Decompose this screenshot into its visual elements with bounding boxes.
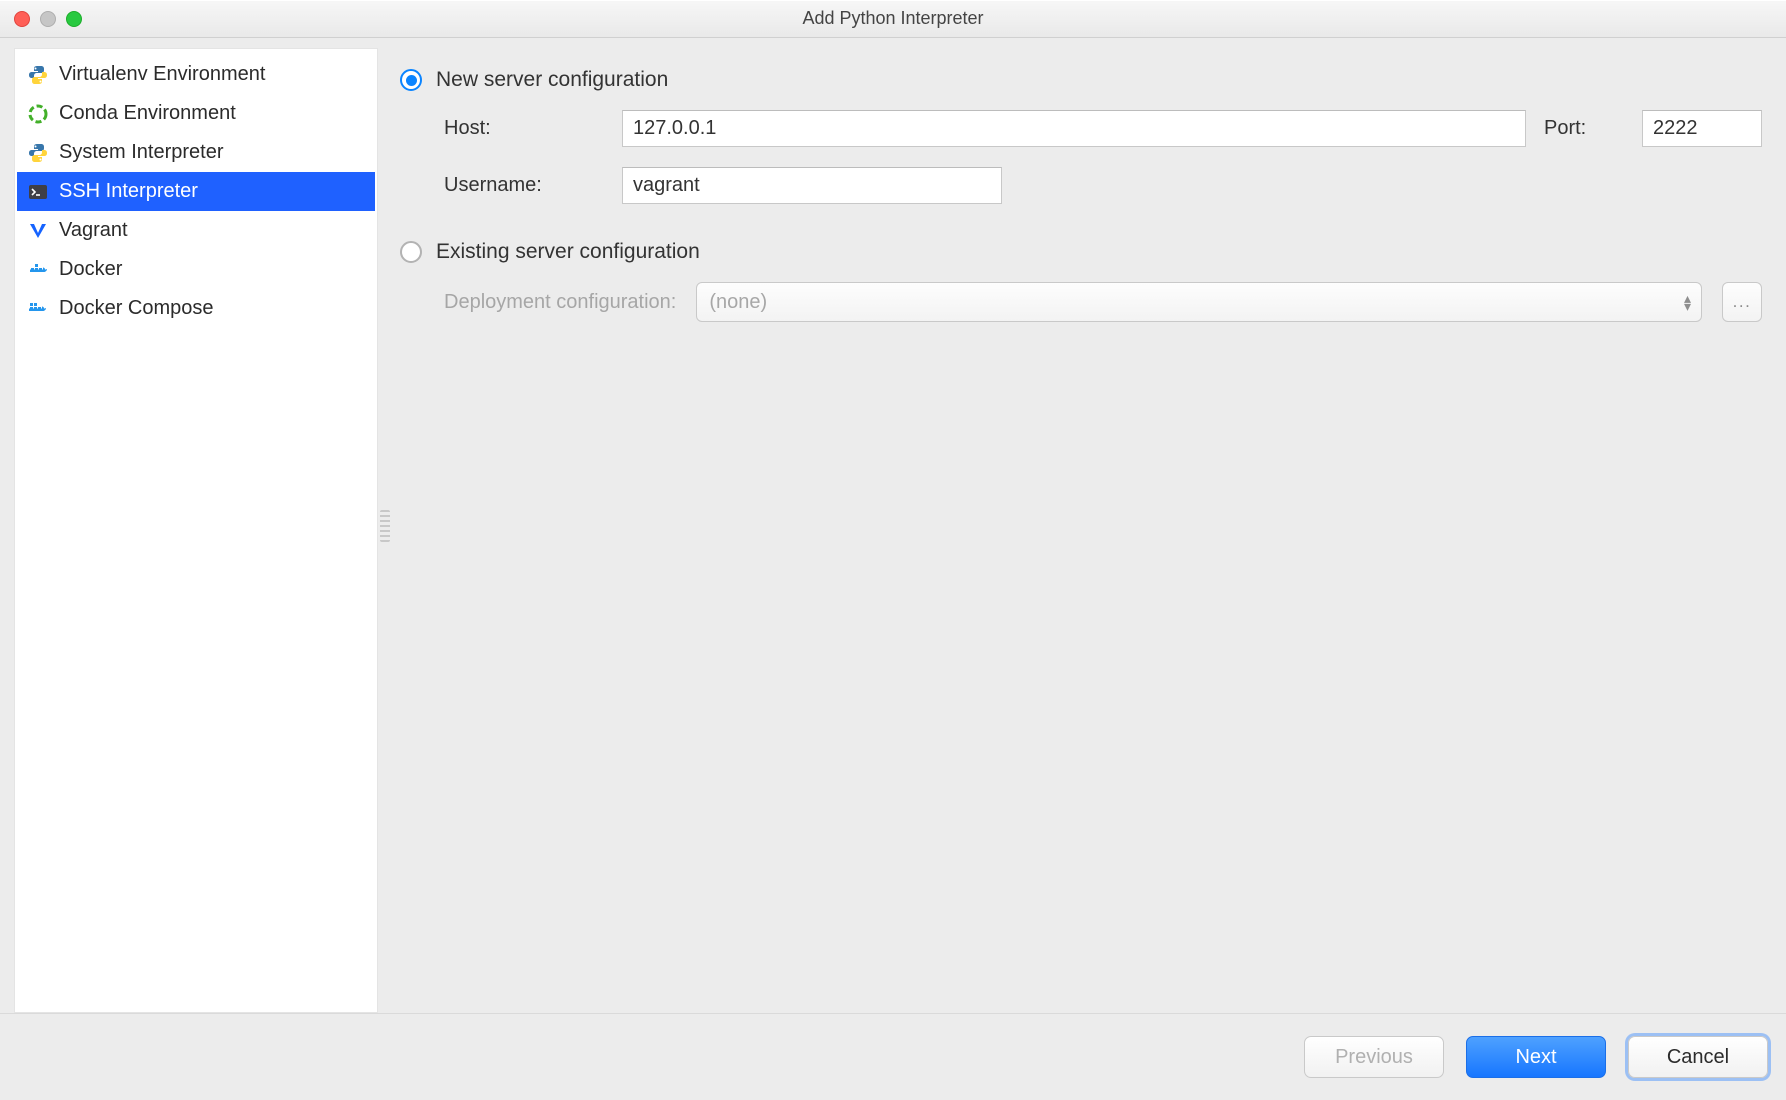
sidebar-item-label: System Interpreter <box>59 141 224 164</box>
python-icon <box>27 64 49 86</box>
sidebar-item-docker[interactable]: Docker <box>17 250 375 289</box>
host-input[interactable] <box>622 110 1526 147</box>
deployment-config-label: Deployment configuration: <box>444 291 676 314</box>
chevron-updown-icon: ▴▾ <box>1684 294 1691 310</box>
button-label: Previous <box>1335 1046 1413 1069</box>
dialog-body: Virtualenv Environment Conda Environment… <box>0 38 1786 1013</box>
close-window-button[interactable] <box>14 11 30 27</box>
sidebar-item-system-interpreter[interactable]: System Interpreter <box>17 133 375 172</box>
sidebar-item-label: Vagrant <box>59 219 128 242</box>
existing-config-row: Existing server configuration <box>400 240 1762 264</box>
port-label: Port: <box>1544 117 1624 140</box>
conda-icon <box>27 103 49 125</box>
sidebar-item-label: Conda Environment <box>59 102 236 125</box>
new-config-radio[interactable] <box>400 69 422 91</box>
python-icon <box>27 142 49 164</box>
sidebar-item-label: Virtualenv Environment <box>59 63 265 86</box>
interpreter-types-sidebar: Virtualenv Environment Conda Environment… <box>14 48 378 1013</box>
existing-config-label: Existing server configuration <box>436 240 700 264</box>
sidebar-item-conda[interactable]: Conda Environment <box>17 94 375 133</box>
sidebar-item-label: SSH Interpreter <box>59 180 198 203</box>
sidebar-item-docker-compose[interactable]: Docker Compose <box>17 289 375 328</box>
button-label: Cancel <box>1667 1046 1729 1069</box>
previous-button[interactable]: Previous <box>1304 1036 1444 1078</box>
sidebar-item-ssh-interpreter[interactable]: SSH Interpreter <box>17 172 375 211</box>
dialog-footer: Previous Next Cancel <box>0 1013 1786 1100</box>
window-title: Add Python Interpreter <box>0 8 1786 29</box>
deployment-config-value: (none) <box>709 291 767 314</box>
deployment-config-combo[interactable]: (none) ▴▾ <box>696 282 1702 322</box>
splitter-handle[interactable] <box>380 510 390 542</box>
minimize-window-button[interactable] <box>40 11 56 27</box>
existing-config-form: Deployment configuration: (none) ▴▾ ... <box>444 282 1762 322</box>
host-label: Host: <box>444 117 604 140</box>
cancel-button[interactable]: Cancel <box>1628 1036 1768 1078</box>
existing-config-radio[interactable] <box>400 241 422 263</box>
docker-icon <box>27 259 49 281</box>
new-config-form: Host: Port: Username: <box>444 110 1762 204</box>
titlebar: Add Python Interpreter <box>0 0 1786 38</box>
username-label: Username: <box>444 174 604 197</box>
zoom-window-button[interactable] <box>66 11 82 27</box>
traffic-lights <box>14 11 82 27</box>
new-config-label: New server configuration <box>436 68 668 92</box>
deployment-config-browse-button[interactable]: ... <box>1722 282 1762 322</box>
main-content: New server configuration Host: Port: Use… <box>378 48 1772 1013</box>
ellipsis-icon: ... <box>1733 292 1752 312</box>
username-input[interactable] <box>622 167 1002 204</box>
port-input[interactable] <box>1642 110 1762 147</box>
vagrant-icon <box>27 220 49 242</box>
button-label: Next <box>1515 1046 1556 1069</box>
dialog-window: Add Python Interpreter Virtualenv Enviro… <box>0 0 1786 1100</box>
docker-compose-icon <box>27 298 49 320</box>
terminal-icon <box>27 181 49 203</box>
next-button[interactable]: Next <box>1466 1036 1606 1078</box>
sidebar-item-virtualenv[interactable]: Virtualenv Environment <box>17 55 375 94</box>
sidebar-item-vagrant[interactable]: Vagrant <box>17 211 375 250</box>
sidebar-item-label: Docker <box>59 258 122 281</box>
new-config-row: New server configuration <box>400 68 1762 92</box>
sidebar-item-label: Docker Compose <box>59 297 214 320</box>
